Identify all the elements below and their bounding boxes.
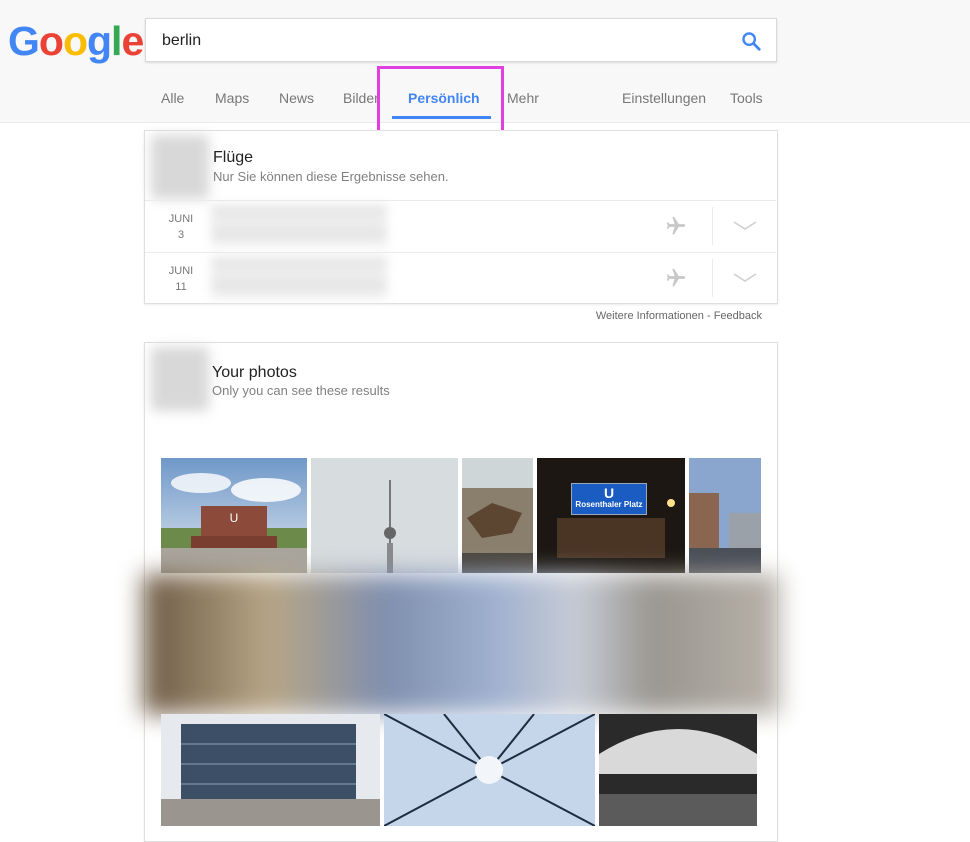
blurred-flight-details — [211, 257, 387, 299]
flight-row[interactable]: JUNI 11 — [145, 252, 776, 304]
photo-hauptbahnhof[interactable] — [161, 714, 380, 826]
photos-title: Your photos — [212, 364, 297, 381]
blurred-photo-row — [143, 574, 780, 714]
plane-icon — [666, 268, 686, 287]
flights-card: Flüge Nur Sie können diese Ergebnisse se… — [144, 130, 778, 304]
tab-tools[interactable]: Tools — [730, 90, 763, 106]
logo-letter-e: e — [121, 18, 144, 64]
tab-news[interactable]: News — [279, 90, 314, 106]
flight-month: JUNI — [168, 213, 194, 225]
svg-text:U: U — [230, 511, 239, 525]
logo-letter-l: l — [111, 18, 122, 64]
highlight-annotation — [377, 66, 504, 137]
blurred-avatar — [151, 347, 209, 411]
photo-museum[interactable] — [462, 458, 533, 573]
row-divider — [712, 207, 713, 245]
flights-title: Flüge — [213, 149, 254, 166]
station-sign: U Rosenthaler Platz — [571, 483, 647, 515]
flights-subtitle: Nur Sie können diese Ergebnisse sehen. — [213, 169, 449, 184]
photo-train-station[interactable] — [599, 714, 757, 826]
photo-olympia-stadion[interactable]: U — [161, 458, 307, 573]
blurred-avatar — [151, 135, 209, 199]
photo-rosenthaler-platz[interactable]: U Rosenthaler Platz — [537, 458, 685, 573]
row-divider — [712, 259, 713, 297]
logo-letter-o2: o — [62, 18, 88, 64]
tab-maps[interactable]: Maps — [215, 90, 249, 106]
blurred-flight-details — [211, 205, 387, 247]
feedback-link[interactable]: Feedback — [714, 310, 762, 322]
logo-letter-o1: o — [38, 18, 64, 64]
photo-sony-center[interactable] — [384, 714, 595, 826]
flight-month: JUNI — [168, 265, 194, 277]
flight-row[interactable]: JUNI 3 — [145, 200, 776, 252]
station-sign-text: Rosenthaler Platz — [575, 500, 643, 509]
more-info-link[interactable]: Weitere Informationen — [596, 310, 704, 322]
photo-fernsehturm[interactable] — [311, 458, 458, 573]
plane-icon — [666, 216, 686, 235]
tab-mehr[interactable]: Mehr — [507, 90, 539, 106]
photo-street[interactable] — [689, 458, 761, 573]
chevron-down-icon[interactable] — [733, 271, 757, 285]
feedback-separator: - — [703, 310, 714, 322]
search-icon[interactable] — [740, 30, 762, 52]
flight-day: 11 — [175, 281, 187, 293]
flight-day: 3 — [177, 229, 185, 241]
search-box — [145, 18, 777, 62]
google-logo[interactable]: Google — [8, 18, 144, 65]
tab-alle[interactable]: Alle — [161, 90, 184, 106]
logo-letter-g: G — [8, 18, 40, 64]
tab-einstellungen[interactable]: Einstellungen — [622, 90, 706, 106]
station-sign-line: U — [603, 485, 615, 501]
tab-bilder[interactable]: Bilder — [343, 90, 379, 106]
photos-subtitle: Only you can see these results — [212, 383, 390, 398]
chevron-down-icon[interactable] — [733, 219, 757, 233]
search-input[interactable] — [160, 27, 724, 55]
feedback-line: Weitere Informationen - Feedback — [596, 310, 762, 322]
logo-letter-g2: g — [87, 18, 112, 64]
